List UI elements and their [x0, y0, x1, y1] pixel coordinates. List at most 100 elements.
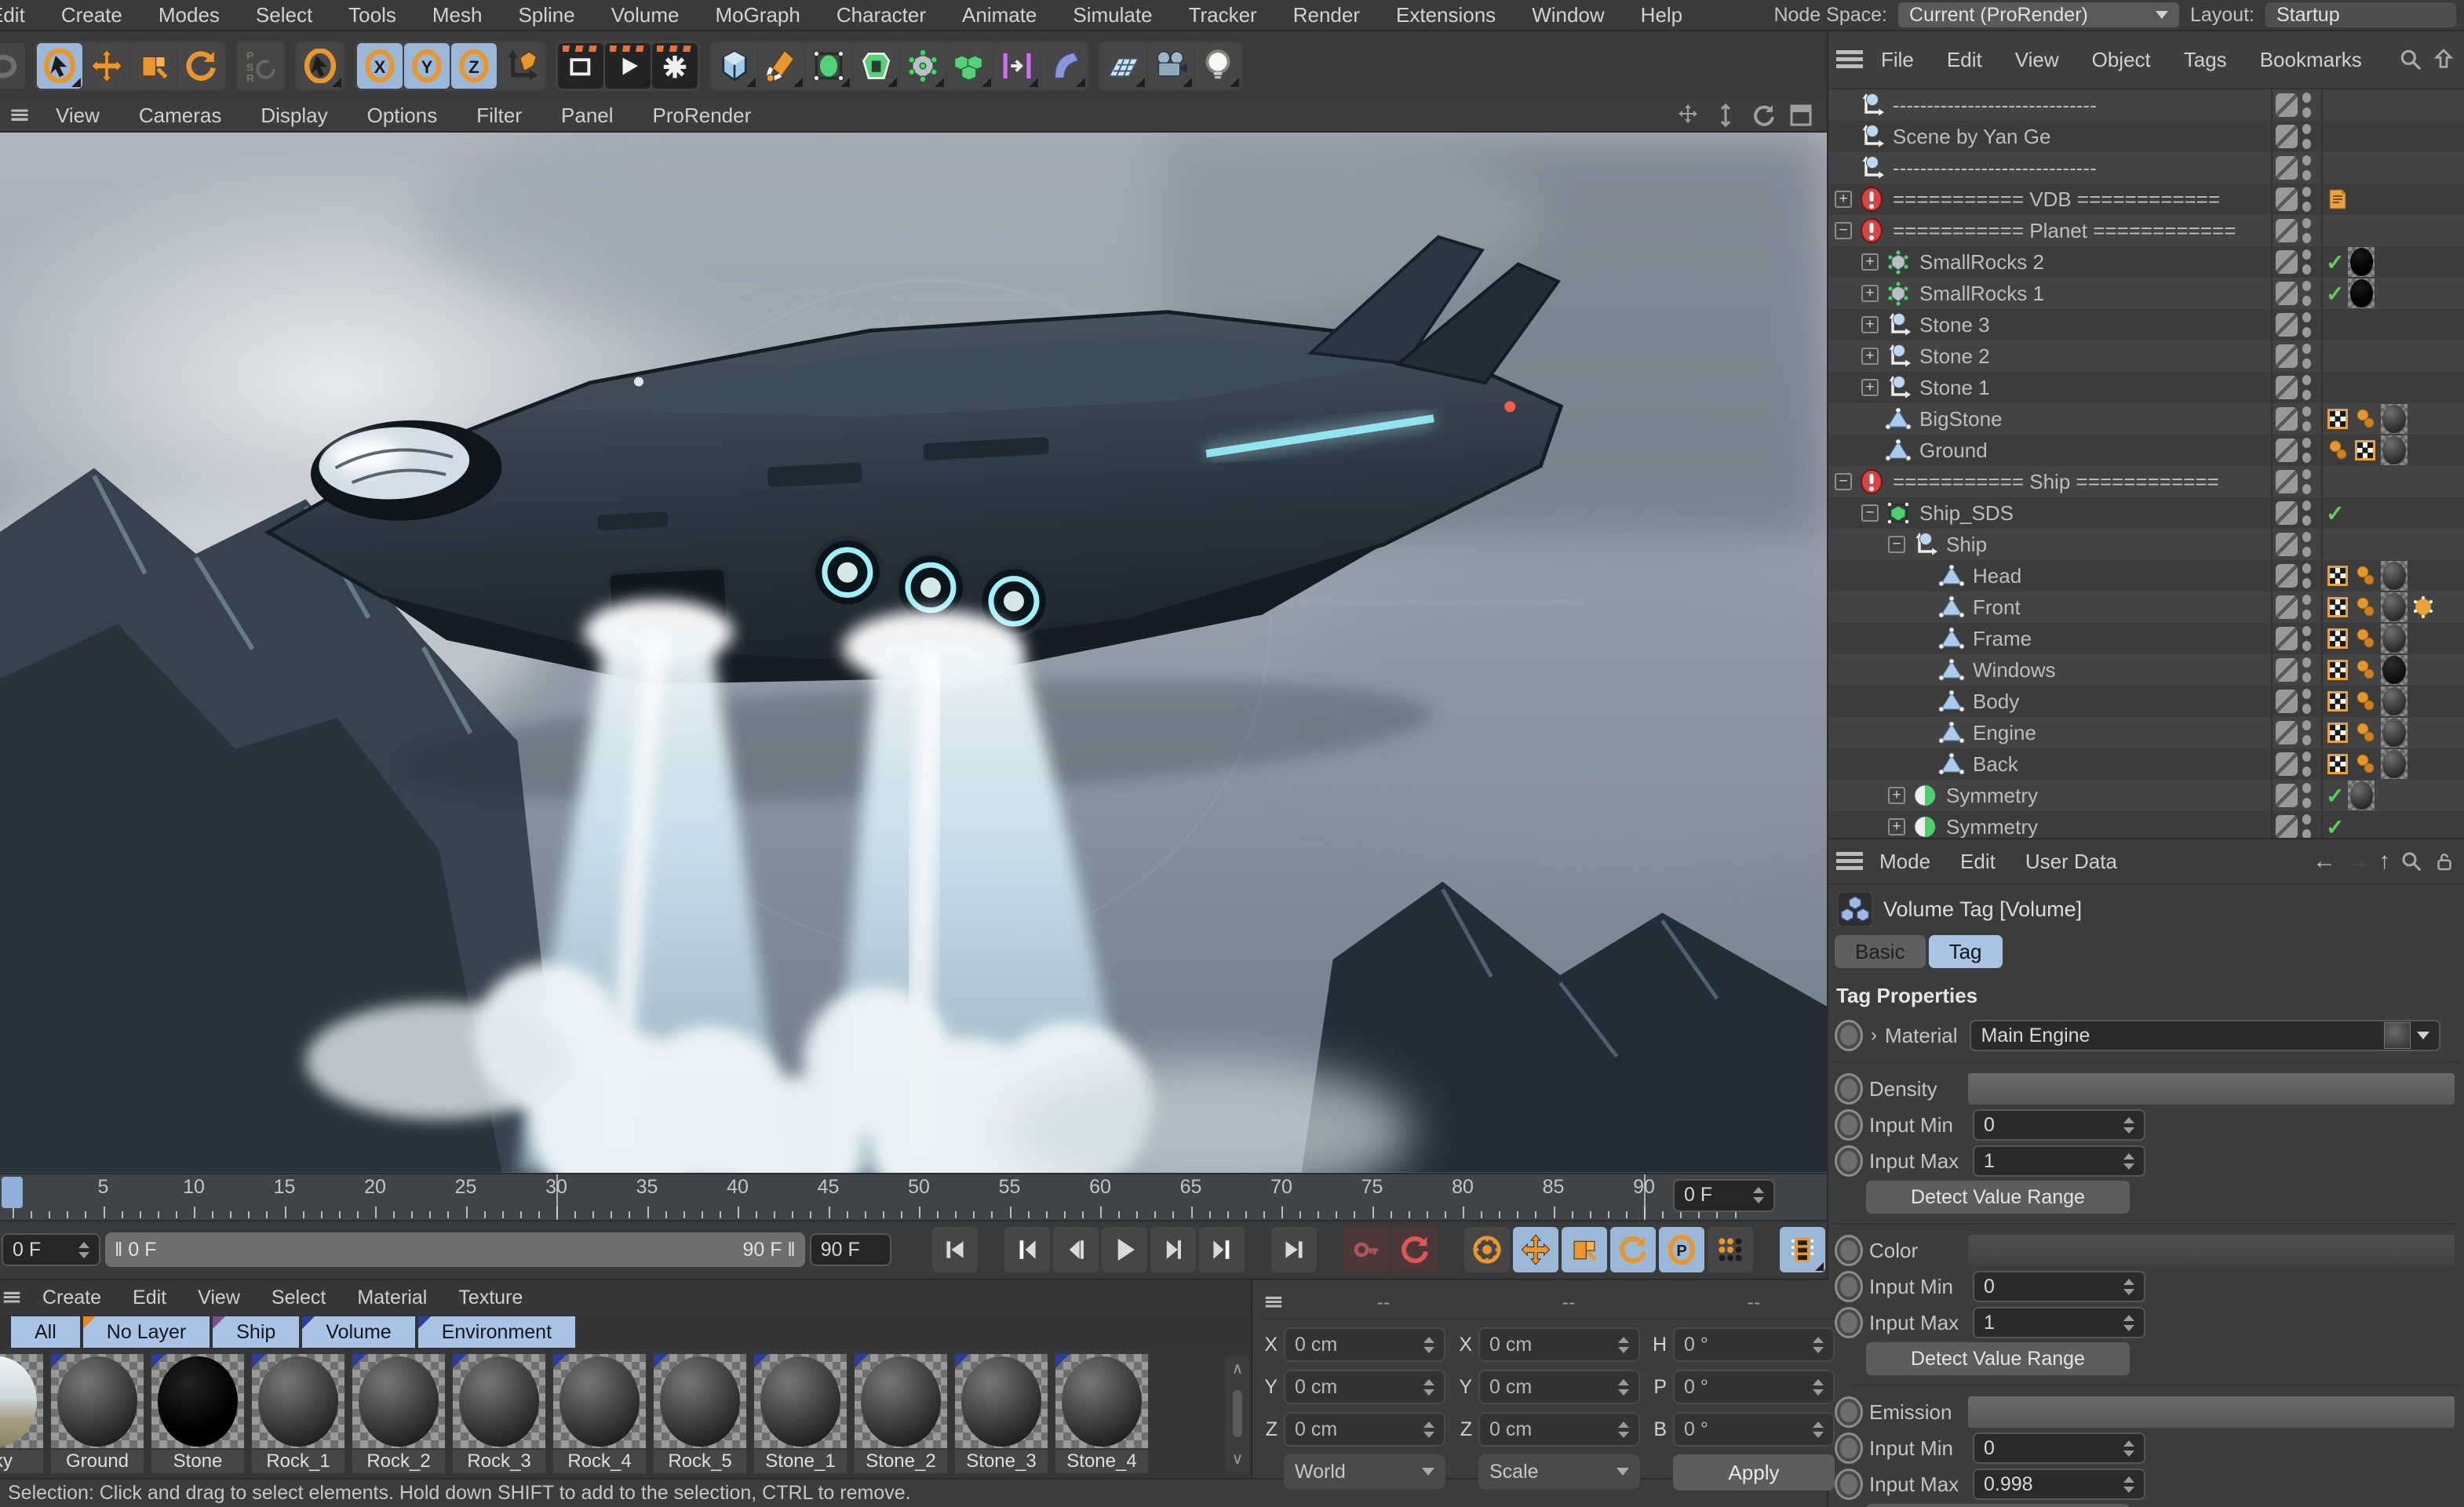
- visibility-dots-icon[interactable]: [2302, 281, 2311, 306]
- playhead[interactable]: [2, 1176, 23, 1208]
- layer-toggle-icon[interactable]: [2276, 219, 2298, 242]
- visibility-dots-icon[interactable]: [2302, 783, 2311, 808]
- visibility-dots-icon[interactable]: [2302, 814, 2311, 838]
- render-to-picture-viewer-icon[interactable]: [605, 42, 651, 89]
- layer-toggle-icon[interactable]: [2276, 344, 2298, 368]
- emission-input-max-field[interactable]: 0.998: [1973, 1469, 2145, 1500]
- coordinate-system-icon[interactable]: [498, 42, 544, 89]
- texture-tag-icon[interactable]: [2381, 592, 2408, 622]
- chevron-down-icon[interactable]: [2417, 1032, 2430, 1039]
- texture-tag-icon[interactable]: [2381, 435, 2408, 465]
- timeline-ruler[interactable]: 0510152025303540455055606570758085900 F: [0, 1172, 1827, 1220]
- note-tag-icon[interactable]: [2326, 187, 2349, 211]
- object-menu-tags[interactable]: Tags: [2167, 48, 2243, 72]
- goto-end-button[interactable]: [1271, 1227, 1318, 1273]
- expand-icon[interactable]: +: [1888, 818, 1905, 835]
- coord-dropdown-world[interactable]: World: [1284, 1454, 1445, 1490]
- object-row[interactable]: Head: [1828, 560, 2464, 592]
- visibility-dots-icon[interactable]: [2302, 312, 2311, 337]
- layer-toggle-icon[interactable]: [2276, 407, 2298, 431]
- attribute-menu-icon[interactable]: [1836, 852, 1863, 871]
- object-row[interactable]: Body: [1828, 686, 2464, 717]
- object-row[interactable]: + SmallRocks 2 ✓: [1828, 246, 2464, 278]
- material-item-rock_1[interactable]: Rock_1: [250, 1354, 347, 1475]
- object-menu-edit[interactable]: Edit: [1930, 48, 1999, 72]
- visibility-dots-icon[interactable]: [2302, 563, 2311, 588]
- density-radio[interactable]: [1835, 1073, 1863, 1105]
- enable-axis-psr-icon[interactable]: PSR: [238, 42, 283, 89]
- material-item-stone_1[interactable]: Stone_1: [752, 1354, 849, 1475]
- texture-tag-icon[interactable]: [2381, 624, 2408, 653]
- density-gradient-bar[interactable]: [1968, 1073, 2455, 1105]
- visibility-dots-icon[interactable]: [2302, 93, 2311, 118]
- menu-spline[interactable]: Spline: [500, 3, 592, 27]
- viewport-menu-filter[interactable]: Filter: [457, 104, 541, 128]
- object-row[interactable]: Ground: [1828, 435, 2464, 466]
- visibility-dots-icon[interactable]: [2302, 595, 2311, 620]
- material-item-stone[interactable]: Stone: [149, 1354, 246, 1475]
- visibility-dots-icon[interactable]: [2302, 501, 2311, 526]
- make-preview-button[interactable]: [1780, 1227, 1826, 1273]
- viewport-menu-panel[interactable]: Panel: [541, 104, 633, 128]
- object-row[interactable]: − Ship_SDS ✓: [1828, 497, 2464, 529]
- scroll-up-icon[interactable]: ∧: [1232, 1359, 1244, 1378]
- viewport-menu-options[interactable]: Options: [348, 104, 457, 128]
- material-item-stone_2[interactable]: Stone_2: [852, 1354, 950, 1475]
- uvw-tag-icon[interactable]: [2326, 595, 2349, 619]
- expand-icon[interactable]: +: [1861, 316, 1879, 333]
- viewport-menu-icon[interactable]: [11, 109, 28, 122]
- current-frame-field[interactable]: 0 F: [2, 1233, 101, 1267]
- lock-icon[interactable]: [2433, 850, 2456, 873]
- collapse-icon[interactable]: −: [1835, 473, 1852, 490]
- param-radio[interactable]: [1835, 1307, 1863, 1338]
- phong-tag-icon[interactable]: [2353, 690, 2377, 713]
- uvw-tag-icon[interactable]: [2326, 658, 2349, 682]
- viewport-menu-cameras[interactable]: Cameras: [119, 104, 241, 128]
- phong-tag-icon[interactable]: [2353, 564, 2377, 588]
- menu-character[interactable]: Character: [818, 3, 944, 27]
- texture-tag-icon[interactable]: [2381, 718, 2408, 748]
- render-view-icon[interactable]: [558, 42, 603, 89]
- expand-icon[interactable]: +: [1835, 191, 1852, 208]
- color-input-min-field[interactable]: 0: [1973, 1271, 2145, 1302]
- uvw-tag-icon[interactable]: [2326, 752, 2349, 776]
- pan-view-icon[interactable]: [1675, 102, 1701, 129]
- visibility-dots-icon[interactable]: [2302, 249, 2311, 275]
- collapse-icon[interactable]: −: [1835, 222, 1852, 239]
- visibility-dots-icon[interactable]: [2302, 344, 2311, 369]
- emission-radio[interactable]: [1835, 1396, 1863, 1428]
- layer-toggle-icon[interactable]: [2276, 564, 2298, 588]
- path-up-icon[interactable]: [2431, 47, 2456, 72]
- visibility-dots-icon[interactable]: [2302, 626, 2311, 651]
- layer-toggle-icon[interactable]: [2276, 627, 2298, 650]
- visibility-dots-icon[interactable]: [2302, 438, 2311, 463]
- material-menu-icon[interactable]: [3, 1291, 20, 1304]
- keyframe-selection-button[interactable]: [1464, 1227, 1511, 1273]
- material-item-ground[interactable]: Ground: [49, 1354, 146, 1475]
- key-parameter-button[interactable]: P: [1659, 1227, 1705, 1273]
- coord-field-2-h[interactable]: 0 °: [1673, 1327, 1835, 1363]
- object-row[interactable]: Frame: [1828, 623, 2464, 654]
- edit-render-settings-icon[interactable]: [652, 42, 698, 89]
- param-radio[interactable]: [1835, 1469, 1863, 1500]
- object-row[interactable]: + SmallRocks 1 ✓: [1828, 278, 2464, 309]
- object-row[interactable]: ------------------------------: [1828, 152, 2464, 184]
- viewport-menu-prorender[interactable]: ProRender: [633, 104, 771, 128]
- node-space-dropdown[interactable]: Current (ProRender): [1897, 2, 2179, 27]
- axis-z-icon[interactable]: Z: [451, 42, 497, 89]
- menu-render[interactable]: Render: [1275, 3, 1378, 27]
- extrude-icon[interactable]: [853, 42, 898, 89]
- material-item-rock_4[interactable]: Rock_4: [551, 1354, 648, 1475]
- symmetry-icon[interactable]: [994, 42, 1040, 89]
- collapse-icon[interactable]: −: [1888, 536, 1905, 553]
- scrollbar-thumb[interactable]: [1233, 1390, 1242, 1438]
- object-row[interactable]: + Stone 1: [1828, 372, 2464, 403]
- coordinates-menu-icon[interactable]: [1265, 1296, 1282, 1309]
- expand-icon[interactable]: +: [1861, 285, 1879, 302]
- visibility-dots-icon[interactable]: [2302, 187, 2311, 212]
- layer-toggle-icon[interactable]: [2276, 439, 2298, 462]
- layer-toggle-icon[interactable]: [2276, 470, 2298, 493]
- goto-previous-frame-button[interactable]: [1053, 1227, 1099, 1273]
- coord-dropdown-scale[interactable]: Scale: [1478, 1454, 1640, 1490]
- record-keyframe-button[interactable]: [1343, 1227, 1390, 1273]
